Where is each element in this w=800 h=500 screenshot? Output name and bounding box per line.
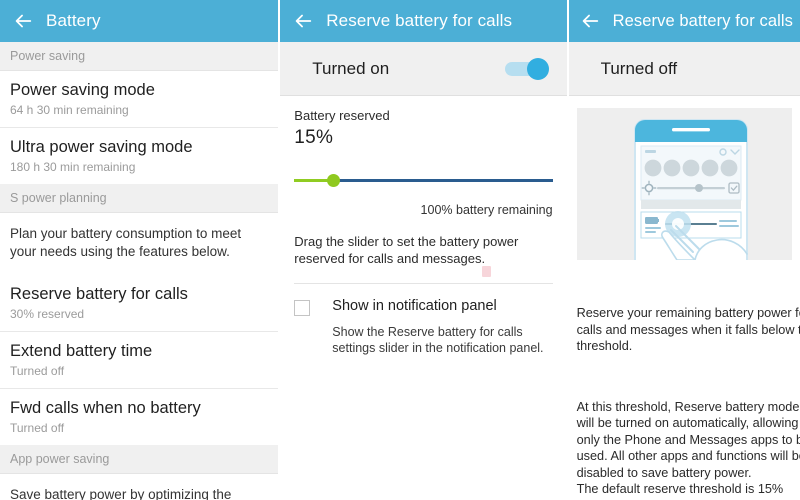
slider-hint-span: Drag the slider to set the battery power… (294, 234, 519, 266)
reserve-on-appbar: Reserve battery for calls (280, 0, 567, 42)
reserve-off-toggle-row[interactable]: Turned off (568, 42, 800, 96)
reserve-on-toggle-row[interactable]: Turned on (280, 42, 567, 96)
battery-remaining-label: 100% battery remaining (420, 203, 553, 217)
three-panel-screenshot: Battery Power saving Power saving mode 6… (0, 0, 800, 500)
checkbox-label: Show in notification panel (332, 298, 497, 314)
list-item-fwd-calls-when-no-battery[interactable]: Fwd calls when no battery Turned off (0, 389, 279, 445)
battery-reserved-value: 15% (294, 127, 334, 148)
s-power-planning-description: Plan your battery consumption to meet yo… (0, 213, 279, 275)
checkbox-description: Show the Reserve battery for calls setti… (332, 325, 544, 355)
list-item-title: Extend battery time (10, 342, 153, 360)
list-item-subtitle: Turned off (10, 421, 65, 435)
battery-reserved-label: Battery reserved (294, 108, 390, 123)
battery-reserved-slider[interactable] (294, 171, 553, 191)
list-item-title: Power saving mode (10, 81, 155, 99)
list-item-power-saving-mode[interactable]: Power saving mode 64 h 30 min remaining (0, 71, 279, 128)
switch-thumb (526, 57, 549, 80)
list-item-title: Fwd calls when no battery (10, 399, 201, 417)
page-title: Reserve battery for calls (612, 11, 793, 30)
description-paragraph-2: At this threshold, Reserve battery mode … (576, 399, 800, 500)
description-paragraph-1: Reserve your remaining battery power for… (576, 306, 800, 353)
reserve-off-description: Reserve your remaining battery power for… (569, 260, 800, 500)
list-item-title: Ultra power saving mode (10, 138, 193, 156)
list-item-ultra-power-saving-mode[interactable]: Ultra power saving mode 180 h 30 min rem… (0, 128, 279, 184)
battery-appbar: Battery (0, 0, 279, 42)
section-header-s-power-planning: S power planning (0, 184, 279, 213)
show-in-notification-panel-row[interactable]: Show in notification panel (294, 298, 552, 316)
show-in-notification-panel-checkbox[interactable] (294, 300, 311, 316)
reserve-on-body: Battery reserved 15% 100% battery remain… (280, 96, 566, 356)
toggle-state-label: Turned off (600, 58, 678, 78)
list-item-subtitle: Turned off (10, 364, 65, 378)
toggle-state-label: Turned on (312, 58, 390, 78)
list-item-subtitle: 180 h 30 min remaining (10, 160, 136, 174)
slider-hint-text: Drag the slider to set the battery power… (294, 233, 553, 284)
back-arrow-icon[interactable] (292, 10, 314, 32)
page-title: Reserve battery for calls (326, 11, 513, 30)
reserve-off-appbar: Reserve battery for calls (568, 0, 800, 42)
notification-panel-slider-illustration (576, 108, 792, 260)
reserve-battery-off-panel: Reserve battery for calls Turned off Res… (568, 0, 800, 500)
back-arrow-icon[interactable] (12, 10, 34, 32)
app-power-saving-description: Save battery power by optimizing the pow… (0, 474, 279, 500)
reserve-off-body: Reserve your remaining battery power for… (569, 96, 800, 500)
page-title: Battery (46, 11, 101, 30)
section-header-power-saving: Power saving (0, 42, 279, 71)
list-item-extend-battery-time[interactable]: Extend battery time Turned off (0, 332, 279, 389)
battery-settings-panel: Battery Power saving Power saving mode 6… (0, 0, 279, 500)
slider-thumb[interactable] (327, 174, 341, 187)
reserve-battery-on-panel: Reserve battery for calls Turned on Batt… (280, 0, 567, 500)
list-item-subtitle: 64 h 30 min remaining (10, 103, 129, 117)
compression-artifact-mark (481, 266, 491, 277)
back-arrow-icon[interactable] (579, 10, 601, 32)
section-header-app-power-saving: App power saving (0, 445, 279, 474)
list-item-reserve-battery-for-calls[interactable]: Reserve battery for calls 30% reserved (0, 275, 279, 332)
list-item-subtitle: 30% reserved (10, 307, 85, 321)
illustration-svg (633, 119, 748, 260)
reserve-battery-toggle-switch[interactable] (504, 57, 549, 80)
list-item-title: Reserve battery for calls (10, 285, 188, 303)
